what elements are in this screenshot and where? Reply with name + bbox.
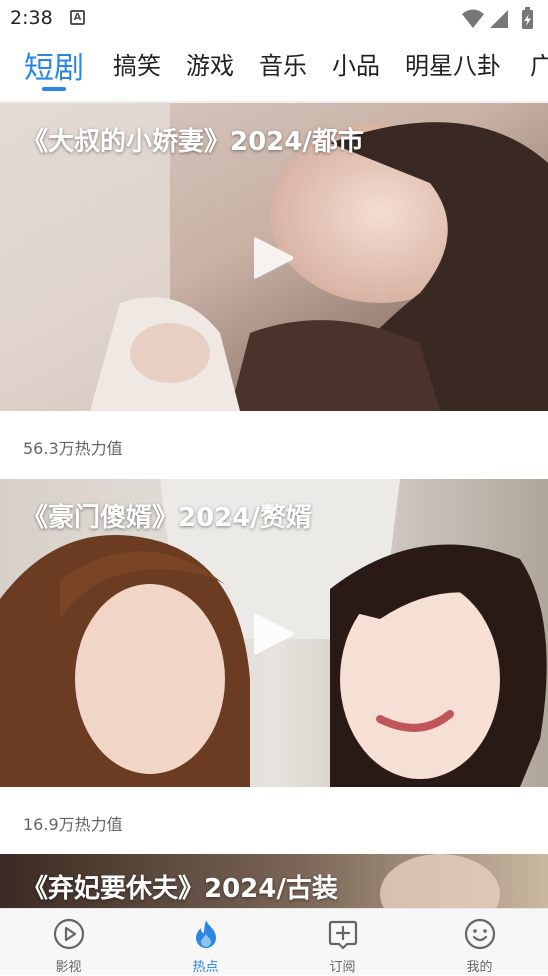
category-tabs: 短剧 搞笑 游戏 音乐 小品 明星八卦 广 — [0, 38, 548, 102]
tab-more[interactable]: 广 — [530, 46, 548, 81]
nav-item-subscribe[interactable]: 订阅 — [274, 909, 411, 976]
video-card[interactable]: 《弃妃要休夫》2024/古装 — [0, 854, 548, 908]
nav-label: 我的 — [466, 960, 493, 975]
heat-count: 16.9万热力值 — [23, 815, 123, 834]
flame-icon — [196, 920, 216, 948]
tab-comedy[interactable]: 搞笑 — [113, 46, 161, 81]
video-thumbnail[interactable]: 《弃妃要休夫》2024/古装 — [0, 854, 548, 908]
tab-short-drama[interactable]: 短剧 — [24, 43, 84, 87]
video-feed: 《大叔的小娇妻》2024/都市 56.3万热力值 《豪门傻婿》2024/赘婿 1… — [0, 103, 548, 908]
status-bar: 2:38 A — [0, 0, 548, 38]
nav-label: 订阅 — [329, 960, 356, 975]
video-title: 《大叔的小娇妻》2024/都市 — [22, 127, 364, 157]
play-icon[interactable] — [252, 611, 296, 657]
smiley-icon — [464, 918, 496, 950]
nav-item-hot[interactable]: 热点 — [137, 909, 274, 976]
nav-item-profile[interactable]: 我的 — [411, 909, 548, 976]
video-title: 《豪门傻婿》2024/赘婿 — [22, 503, 312, 533]
video-card[interactable]: 《大叔的小娇妻》2024/都市 56.3万热力值 — [0, 103, 548, 479]
signal-icon — [490, 10, 508, 28]
play-icon[interactable] — [252, 235, 296, 281]
tab-games[interactable]: 游戏 — [186, 46, 234, 81]
subscribe-icon — [328, 920, 358, 950]
tab-skits[interactable]: 小品 — [332, 46, 380, 81]
video-thumbnail[interactable]: 《豪门傻婿》2024/赘婿 — [0, 479, 548, 787]
status-icons — [462, 7, 533, 29]
tab-music[interactable]: 音乐 — [259, 46, 307, 81]
video-card[interactable]: 《豪门傻婿》2024/赘婿 16.9万热力值 — [0, 479, 548, 855]
wifi-icon — [462, 9, 484, 28]
nav-item-movies[interactable]: 影视 — [0, 909, 137, 976]
video-thumbnail[interactable]: 《大叔的小娇妻》2024/都市 — [0, 103, 548, 411]
active-tab-indicator — [42, 87, 66, 91]
notification-icon: A — [70, 10, 85, 25]
tab-celebrity-gossip[interactable]: 明星八卦 — [405, 46, 501, 81]
heat-count: 56.3万热力值 — [23, 439, 123, 458]
play-circle-icon — [53, 918, 85, 950]
nav-label: 影视 — [55, 960, 82, 975]
video-title: 《弃妃要休夫》2024/古装 — [22, 874, 338, 904]
bottom-navigation: 影视 热点 订阅 我的 — [0, 908, 548, 975]
nav-label: 热点 — [192, 960, 219, 975]
status-time: 2:38 — [10, 7, 53, 29]
